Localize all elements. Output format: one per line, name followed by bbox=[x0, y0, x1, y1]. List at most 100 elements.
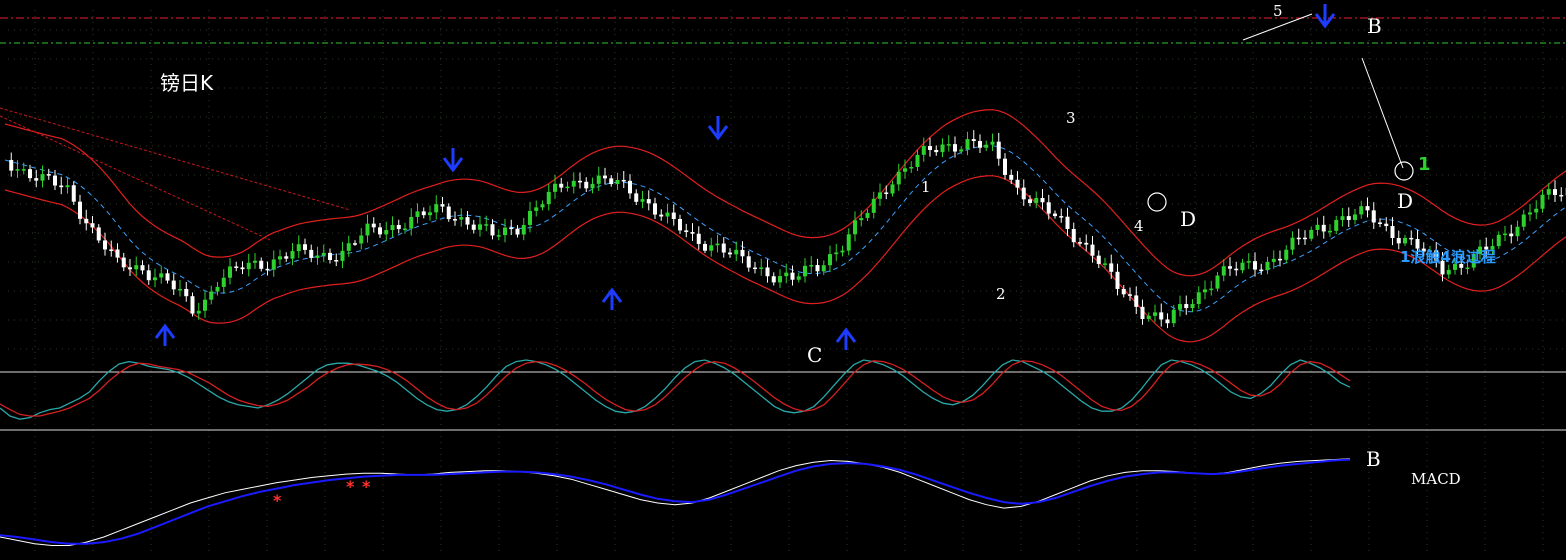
candle-body bbox=[1209, 288, 1214, 291]
candle-body bbox=[1534, 208, 1539, 213]
candle-body bbox=[421, 211, 426, 216]
candle-body bbox=[1096, 255, 1101, 264]
candle-body bbox=[496, 235, 501, 237]
macd-label-b: B bbox=[1366, 447, 1381, 471]
macd-star-marker: * bbox=[346, 477, 355, 496]
candle-body bbox=[215, 286, 220, 292]
candle-body bbox=[440, 204, 445, 207]
candle-body bbox=[515, 228, 520, 235]
candle-body bbox=[96, 227, 101, 241]
candle-body bbox=[865, 212, 870, 219]
candle-body bbox=[28, 169, 32, 179]
candle-body bbox=[509, 227, 514, 230]
candle-body bbox=[378, 227, 382, 235]
candle-body bbox=[1153, 312, 1157, 316]
point-label-d-left: D bbox=[1180, 207, 1196, 231]
candle-body bbox=[453, 219, 457, 221]
candle-body bbox=[271, 259, 276, 270]
candle-body bbox=[878, 192, 882, 199]
candle-body bbox=[1065, 216, 1070, 229]
candle-body bbox=[740, 249, 745, 257]
candle-body bbox=[1253, 261, 1257, 270]
candle-body bbox=[1040, 197, 1045, 203]
candle-body bbox=[721, 243, 726, 253]
candle-body bbox=[703, 243, 707, 251]
candle-body bbox=[165, 273, 170, 281]
candle-body bbox=[346, 243, 351, 251]
point-label-b: B bbox=[1367, 14, 1382, 38]
candle-body bbox=[603, 175, 607, 179]
candle-body bbox=[1553, 189, 1557, 195]
candle-body bbox=[565, 186, 570, 189]
candle-body bbox=[434, 204, 439, 213]
annotation-one: 1 bbox=[1418, 154, 1431, 175]
candle-body bbox=[415, 211, 420, 217]
candle-body bbox=[1296, 237, 1301, 240]
candle-body bbox=[646, 199, 651, 204]
candle-body bbox=[1396, 237, 1401, 244]
candle-body bbox=[1340, 216, 1345, 220]
candle-body bbox=[896, 171, 901, 185]
candle-body bbox=[315, 255, 320, 258]
candle-body bbox=[1146, 315, 1151, 319]
point-label-d-right: D bbox=[1397, 189, 1413, 213]
candle-body bbox=[446, 206, 451, 220]
candle-body bbox=[653, 203, 657, 215]
candle-body bbox=[728, 252, 732, 255]
candle-body bbox=[1059, 216, 1064, 218]
candle-body bbox=[1115, 271, 1120, 289]
candle-body bbox=[803, 265, 807, 277]
candle-body bbox=[1284, 249, 1289, 260]
candle-body bbox=[996, 141, 1001, 159]
candle-body bbox=[596, 175, 601, 184]
candle-body bbox=[1109, 263, 1114, 272]
candle-body bbox=[528, 210, 532, 225]
candle-body bbox=[171, 280, 176, 290]
candle-body bbox=[228, 266, 232, 278]
candle-body bbox=[1321, 224, 1326, 232]
candle-body bbox=[334, 260, 339, 262]
candle-body bbox=[821, 265, 826, 272]
candle-body bbox=[1159, 312, 1164, 320]
candle-body bbox=[209, 291, 214, 300]
candle-body bbox=[140, 265, 145, 271]
candle-body bbox=[253, 260, 257, 263]
candle-body bbox=[1084, 242, 1089, 245]
candle-body bbox=[871, 198, 876, 213]
candle-body bbox=[746, 256, 751, 268]
candle-body bbox=[696, 233, 701, 244]
candle-body bbox=[90, 223, 95, 228]
candle-body bbox=[34, 178, 39, 181]
candle-body bbox=[1134, 295, 1139, 307]
candle-body bbox=[659, 214, 664, 217]
candle-body bbox=[471, 224, 476, 230]
candle-body bbox=[1303, 237, 1307, 240]
candle-body bbox=[409, 216, 414, 229]
candle-body bbox=[1509, 233, 1514, 237]
candle-body bbox=[153, 277, 157, 281]
candle-body bbox=[609, 178, 614, 185]
candle-body bbox=[815, 265, 820, 272]
candle-body bbox=[1015, 179, 1020, 188]
candle-body bbox=[1359, 206, 1364, 215]
candle-body bbox=[1309, 229, 1314, 239]
candle-body bbox=[1546, 189, 1551, 195]
candle-body bbox=[671, 212, 676, 219]
candle-body bbox=[1265, 261, 1270, 271]
candle-body bbox=[909, 167, 914, 169]
candle-body bbox=[71, 185, 76, 202]
candle-body bbox=[128, 267, 132, 270]
candle-body bbox=[690, 232, 695, 234]
candle-body bbox=[1515, 226, 1520, 237]
candle-body bbox=[759, 267, 764, 269]
candle-body bbox=[246, 262, 251, 270]
candle-body bbox=[1346, 216, 1351, 220]
candle-body bbox=[1446, 269, 1451, 275]
candle-body bbox=[1259, 269, 1264, 272]
candle-body bbox=[459, 217, 464, 220]
candle-body bbox=[840, 250, 845, 253]
candle-body bbox=[796, 276, 801, 280]
candle-body bbox=[1053, 213, 1057, 217]
candle-body bbox=[190, 296, 195, 314]
macd-star-marker: * bbox=[362, 477, 371, 496]
